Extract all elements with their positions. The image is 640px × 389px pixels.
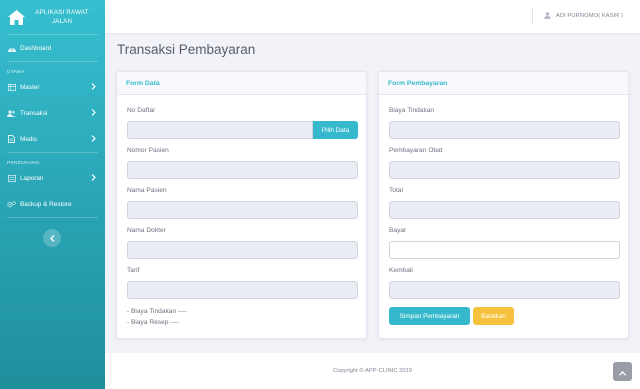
sidebar-item-label: Master [20,83,40,91]
nama-dokter-label: Nama Dokter [127,227,166,234]
sidebar: APLIKASI RAWAT JALAN Dashboard UTAMA Mas… [0,0,105,389]
sidebar-section-utama: UTAMA [7,69,25,74]
topbar-divider [532,8,533,25]
card-title: Form Data [117,72,366,95]
biaya-tindakan-note: - Biaya Tindakan ---- [127,308,187,315]
footer: Copyright © APP-CLINIC 2019 [105,353,640,389]
chevron-left-icon [49,229,55,247]
sidebar-item-dashboard[interactable]: Dashboard [0,35,105,61]
table-icon [7,83,16,92]
tarif-label: Tarif [127,267,140,274]
bayar-input[interactable] [389,241,620,259]
nama-pasien-field[interactable] [127,201,358,219]
biaya-tindakan-field[interactable] [389,121,620,139]
gears-icon [7,200,16,209]
nomor-pasien-label: Nomor Pasien [127,147,169,154]
sidebar-section-pendukung: PENDUKUNG [7,160,40,165]
tarif-field[interactable] [127,281,358,299]
pembayaran-obat-field[interactable] [389,161,620,179]
scroll-to-top-button[interactable] [613,362,632,381]
pembayaran-obat-label: Pembayaran Obat [389,147,443,154]
form-data-card: Form Data No Daftar Pilih Data Nomor Pas… [116,71,367,339]
page-title: Transaksi Pembayaran [117,42,256,57]
chevron-right-icon [91,83,96,92]
user-name: ADI PURNOMO( KASIR ) [555,12,623,19]
users-icon [7,109,16,118]
sidebar-item-label: Backup & Restore [20,200,72,208]
no-daftar-field[interactable] [127,121,313,139]
sidebar-item-label: Transaksi [20,109,48,117]
sidebar-item-label: Dashboard [20,44,52,52]
biaya-resep-note: - Biaya Resep ---- [127,319,180,326]
biaya-tindakan-label: Biaya Tindakan [389,107,435,114]
batalkan-button[interactable]: Batalkan [473,307,514,325]
bayar-label: Bayar [389,227,407,234]
nomor-pasien-field[interactable] [127,161,358,179]
form-pembayaran-card: Form Pembayaran Biaya Tindakan Pembayara… [378,71,629,339]
sidebar-item-master[interactable]: Master [0,74,105,100]
sidebar-divider [7,217,98,218]
sidebar-item-label: Laporan [20,174,44,182]
sidebar-item-transaksi[interactable]: Transaksi [0,100,105,126]
sidebar-item-laporan[interactable]: Laporan [0,165,105,191]
sidebar-brand[interactable]: APLIKASI RAWAT JALAN [0,0,105,34]
user-icon [544,12,551,19]
simpan-pembayaran-button[interactable]: Simpan Pembayaran [389,307,470,325]
sidebar-item-medis[interactable]: Medis [0,126,105,152]
no-daftar-label: No Daftar [127,107,156,114]
card-title: Form Pembayaran [379,72,628,95]
kembali-label: Kembali [389,267,413,274]
chevron-right-icon [91,135,96,144]
topbar: ADI PURNOMO( KASIR ) [105,0,640,33]
dashboard-icon [7,44,16,53]
home-icon [7,8,25,26]
kembali-field[interactable] [389,281,620,299]
nama-pasien-label: Nama Pasien [127,187,167,194]
copyright-text: Copyright © APP-CLINIC 2019 [332,368,413,374]
chevron-right-icon [91,109,96,118]
total-label: Total [389,187,403,194]
total-field[interactable] [389,201,620,219]
brand-name: APLIKASI RAWAT JALAN [35,9,89,25]
report-icon [7,174,16,183]
sidebar-item-backup-restore[interactable]: Backup & Restore [0,191,105,217]
user-menu[interactable]: ADI PURNOMO( KASIR ) [544,12,623,19]
pilih-data-button[interactable]: Pilih Data [313,121,358,139]
chevron-right-icon [91,174,96,183]
file-icon [7,135,16,144]
nama-dokter-field[interactable] [127,241,358,259]
sidebar-item-label: Medis [20,135,38,143]
sidebar-toggle-button[interactable] [43,229,61,247]
chevron-up-icon [619,363,626,381]
